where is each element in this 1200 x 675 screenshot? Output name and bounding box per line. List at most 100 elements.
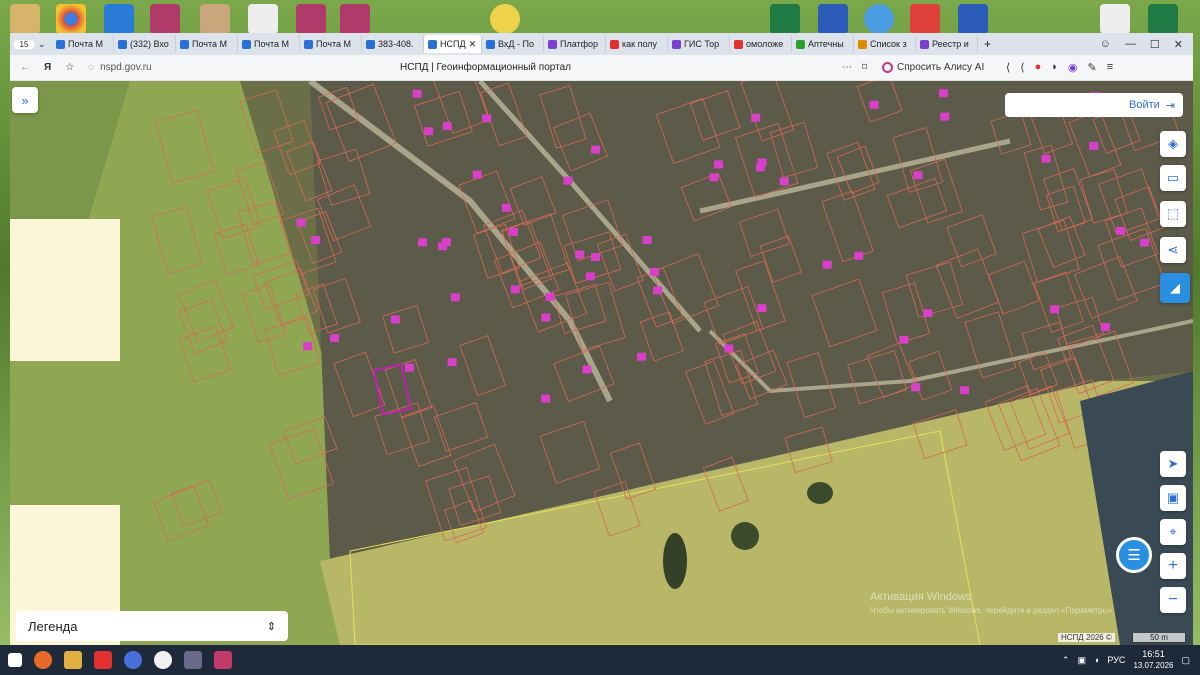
browser-tab[interactable]: Платфор	[544, 35, 606, 53]
browser-window: 15 ⌄ Почта M (332) Вхо Почта M Почта M Почта…	[10, 33, 1193, 645]
chrome-icon[interactable]	[56, 4, 86, 34]
legend-button[interactable]: Легенда ⇕	[16, 611, 288, 641]
map-view[interactable]: » Войти ⇥ ◈ ▭ ⬚ ⋖ ◢ ➤ ▣ ⌖ ☰ + − Активаци…	[10, 81, 1193, 645]
extension-icon[interactable]: ◗	[1051, 61, 1058, 74]
browser-tab[interactable]: Почта M	[238, 35, 300, 53]
login-button[interactable]: Войти ⇥	[1005, 93, 1183, 117]
favorite-icon[interactable]: ☆	[65, 62, 74, 73]
profile-icon[interactable]: ☺	[1100, 38, 1111, 51]
calendar-icon[interactable]	[214, 651, 232, 669]
volume-icon[interactable]: ◖	[1094, 655, 1099, 665]
close-tab-icon[interactable]: ✕	[469, 39, 477, 50]
layers-button[interactable]: ◈	[1160, 131, 1186, 157]
chevron-down-icon[interactable]: ⌄	[38, 39, 52, 50]
tab-favicon-icon	[920, 39, 929, 49]
extension-icon[interactable]: ●	[1035, 61, 1042, 74]
chat-button[interactable]: ☰	[1116, 537, 1152, 573]
bulb-icon[interactable]	[864, 4, 894, 34]
zoom-out-button[interactable]: −	[1160, 587, 1186, 613]
tray-chevron-icon[interactable]: ⌃	[1062, 655, 1070, 666]
share-button[interactable]: ⋖	[1160, 237, 1186, 263]
bookmark-icon[interactable]: ⌑	[862, 62, 867, 73]
document-icon[interactable]	[200, 4, 230, 34]
browser-tab[interactable]: ГИС Тор	[668, 35, 730, 53]
extension-icon[interactable]: ⟨	[1020, 61, 1024, 74]
building-marker	[545, 292, 555, 301]
building-marker	[541, 313, 551, 322]
map-canvas[interactable]	[10, 81, 1193, 645]
start-icon[interactable]	[8, 653, 22, 667]
yandex-icon[interactable]	[94, 651, 112, 669]
more-icon[interactable]: ⋯	[842, 62, 852, 73]
clock-date: 13.07.2026	[1133, 661, 1174, 670]
tab-label: Аптечны	[808, 39, 844, 49]
tab-label: НСПД	[440, 39, 466, 49]
folder-icon[interactable]	[10, 4, 40, 34]
tab-favicon-icon	[56, 39, 65, 49]
browser-tab[interactable]: (332) Вхо	[114, 35, 176, 53]
assistant-button[interactable]: ◢	[1160, 273, 1190, 303]
excel-icon[interactable]	[1148, 4, 1178, 34]
browser-tab[interactable]: Почта M	[176, 35, 238, 53]
building-marker	[510, 285, 520, 294]
extension-icon[interactable]: ⟨	[1006, 61, 1010, 74]
file-icon[interactable]	[1100, 4, 1130, 34]
archive-icon[interactable]	[296, 4, 326, 34]
url-field[interactable]: nspd.gov.ru	[100, 62, 152, 73]
tab-count[interactable]: 15	[14, 39, 34, 49]
browser-tab[interactable]: Аптечны	[792, 35, 854, 53]
browser-tab[interactable]: НСПД ✕	[424, 35, 482, 53]
word-icon[interactable]	[818, 4, 848, 34]
excel-icon[interactable]	[770, 4, 800, 34]
browser-tab[interactable]: ВхД - По	[482, 35, 544, 53]
select-area-button[interactable]: ⬚	[1160, 201, 1186, 227]
browser-icon[interactable]	[124, 651, 142, 669]
minimize-icon[interactable]: —	[1125, 38, 1136, 51]
clock[interactable]: 16:51 13.07.2026	[1133, 649, 1173, 671]
key-icon[interactable]	[910, 4, 940, 34]
language-indicator[interactable]: РУС	[1107, 655, 1125, 665]
mail-app-icon[interactable]	[104, 4, 134, 34]
back-icon[interactable]: ←	[20, 62, 30, 73]
tab-favicon-icon	[734, 39, 743, 49]
locate-button[interactable]: ➤	[1160, 451, 1186, 477]
building-marker	[642, 236, 652, 245]
file-icon[interactable]	[248, 4, 278, 34]
word-icon[interactable]	[958, 4, 988, 34]
app-icon[interactable]	[184, 651, 202, 669]
extension-icon[interactable]: ◉	[1068, 61, 1078, 74]
alice-button[interactable]: Спросить Алису AI	[882, 62, 984, 73]
ruler-button[interactable]: ▭	[1160, 165, 1186, 191]
basemap-button[interactable]: ▣	[1160, 485, 1186, 511]
browser-tab[interactable]: Список з	[854, 35, 916, 53]
maximize-icon[interactable]: ☐	[1150, 38, 1160, 51]
yandex-browser-icon[interactable]	[154, 651, 172, 669]
windows-watermark: Активация Windows Чтобы активировать Win…	[870, 591, 1115, 617]
building-marker	[1050, 305, 1060, 314]
menu-icon[interactable]: ≡	[1107, 61, 1113, 74]
browser-tab[interactable]: Реестр и	[916, 35, 978, 53]
network-icon[interactable]: ▣	[1077, 655, 1086, 666]
building-marker	[653, 286, 663, 295]
geolocation-button[interactable]: ⌖	[1160, 519, 1186, 545]
navigation-arrow-icon: ➤	[1167, 456, 1179, 471]
notification-icon[interactable]: ▢	[1181, 655, 1190, 666]
close-icon[interactable]: ✕	[1174, 38, 1183, 51]
tab-favicon-icon	[304, 39, 313, 49]
building-marker	[450, 293, 460, 302]
yandex-icon[interactable]: Я	[44, 62, 51, 73]
browser-tab[interactable]: как полу	[606, 35, 668, 53]
firefox-icon[interactable]	[34, 651, 52, 669]
zoom-in-button[interactable]: +	[1160, 553, 1186, 579]
new-tab-icon[interactable]: +	[978, 37, 997, 51]
extension-icon[interactable]: ✎	[1088, 61, 1097, 74]
archive-icon[interactable]	[150, 4, 180, 34]
archive-icon[interactable]	[340, 4, 370, 34]
browser-tab[interactable]: 383-408.	[362, 35, 424, 53]
browser-tab[interactable]: омоложе	[730, 35, 792, 53]
expand-panel-button[interactable]: »	[12, 87, 38, 113]
browser-tab[interactable]: Почта M	[52, 35, 114, 53]
folder-icon[interactable]	[64, 651, 82, 669]
browser-tab[interactable]: Почта M	[300, 35, 362, 53]
building-marker	[940, 112, 950, 121]
